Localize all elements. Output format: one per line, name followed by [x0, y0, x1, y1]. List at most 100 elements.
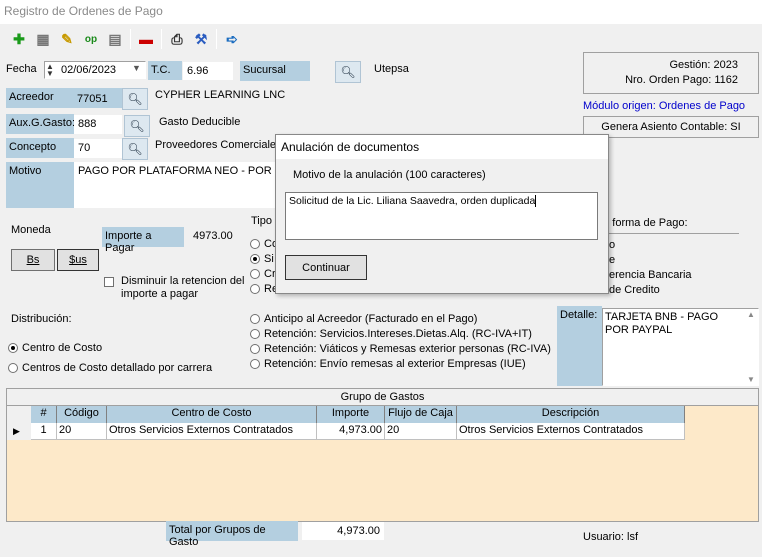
radio-icon[interactable] [250, 359, 260, 370]
acreedor-code[interactable]: 77051 [74, 88, 122, 108]
sucursal-value: Utepsa [374, 63, 409, 75]
detalle-textarea[interactable]: TARJETA BNB - PAGO POR PAYPAL ▲ ▼ [602, 308, 759, 386]
disminuir-checkbox[interactable] [104, 276, 114, 288]
tipo-label: Tipo [251, 215, 272, 227]
forma-pago-option[interactable]: e [609, 253, 692, 268]
search-icon: 🔍︎ [129, 119, 145, 133]
moneda-us-button[interactable]: $us [57, 249, 99, 271]
radio-icon[interactable] [250, 329, 260, 340]
column-header[interactable]: # [31, 406, 57, 423]
retencion-option[interactable]: Retención: Viáticos y Remesas exterior p… [250, 342, 551, 357]
delete-icon[interactable]: ▬ [135, 28, 157, 50]
radio-icon[interactable] [250, 239, 260, 250]
search-icon: 🔍︎ [127, 92, 143, 106]
text-cursor [535, 195, 537, 207]
retencion-option[interactable]: Anticipo al Acreedor (Facturado en el Pa… [250, 312, 551, 327]
table-cell[interactable]: Otros Servicios Externos Contratados [107, 423, 317, 440]
tools-icon[interactable]: ⚒ [190, 28, 212, 50]
tipo-option[interactable]: Re [250, 282, 278, 297]
aux-gasto-label: Aux.G.Gasto: [6, 114, 75, 134]
forma-pago-option[interactable]: o [609, 238, 692, 253]
table-cell[interactable]: Otros Servicios Externos Contratados [457, 423, 685, 440]
radio-icon[interactable] [8, 343, 18, 354]
tc-label: T.C. [148, 61, 182, 80]
table-cell[interactable]: 20 [57, 423, 107, 440]
dialog-prompt: Motivo de la anulación (100 caracteres) [293, 169, 486, 181]
column-header[interactable]: Código [57, 406, 107, 423]
grid-header-row: # Código Centro de Costo Importe Flujo d… [7, 406, 758, 423]
concepto-code[interactable]: 70 [74, 139, 122, 158]
exit-icon[interactable]: ➪ [221, 28, 243, 50]
tipo-options: Co Si Cr Re [250, 237, 278, 297]
radio-icon[interactable] [250, 314, 260, 325]
column-header[interactable]: Flujo de Caja [385, 406, 457, 423]
retencion-option[interactable]: Retención: Envío remesas al exterior Emp… [250, 357, 551, 372]
column-header[interactable]: Importe [317, 406, 385, 423]
moneda-bs-button[interactable]: Bs [11, 249, 55, 271]
checkbox-icon[interactable] [104, 277, 114, 288]
radio-icon[interactable] [250, 254, 260, 265]
row-pointer-icon: ▶ [7, 423, 31, 440]
dialog-title: Anulación de documentos [276, 135, 608, 159]
concepto-name: Proveedores Comerciales [155, 139, 282, 151]
importe-label: Importe a Pagar [102, 227, 184, 254]
forma-pago-option[interactable]: de Credito [609, 283, 692, 298]
acreedor-label: Acreedor [6, 88, 74, 108]
continuar-button[interactable]: Continuar [285, 255, 367, 280]
importe-value[interactable]: 4973.00 [193, 230, 233, 242]
moneda-label: Moneda [11, 224, 51, 236]
retencion-option[interactable]: Retención: Servicios.Intereses.Dietas.Al… [250, 327, 551, 342]
motivo-input[interactable]: PAGO POR PLATAFORMA NEO - POR LA [74, 162, 276, 208]
chevron-down-icon[interactable]: ▼ [129, 63, 144, 77]
distribucion-option[interactable]: Centros de Costo detallado por carrera [8, 358, 212, 378]
radio-icon[interactable] [250, 269, 260, 280]
gestion-text: Gestión: 2023 [669, 59, 739, 71]
anulacion-motivo-value: Solicitud de la Lic. Liliana Saavedra, o… [289, 195, 536, 207]
distribucion-option-label: Centros de Costo detallado por carrera [22, 362, 213, 374]
print-icon[interactable]: ⎙ [166, 28, 188, 50]
radio-icon[interactable] [8, 363, 18, 374]
distribucion-label: Distribución: [11, 313, 72, 325]
total-label: Total por Grupos de Gasto [166, 521, 298, 548]
aux-gasto-code[interactable]: 888 [74, 115, 122, 134]
tipo-option-label: Cr [264, 268, 276, 280]
scroll-up-icon[interactable]: ▲ [745, 310, 757, 319]
edit-icon[interactable]: ✎ [56, 28, 78, 50]
tipo-option[interactable]: Co [250, 237, 278, 252]
radio-icon[interactable] [250, 284, 260, 295]
table-cell[interactable]: 20 [385, 423, 457, 440]
forma-pago-divider [597, 233, 739, 234]
total-value: 4,973.00 [302, 522, 384, 540]
distribucion-option[interactable]: Centro de Costo [8, 338, 212, 358]
scroll-down-icon[interactable]: ▼ [745, 375, 757, 384]
tc-input[interactable]: 6.96 [183, 62, 233, 80]
tipo-option[interactable]: Si [250, 252, 278, 267]
grupo-gastos-title: Grupo de Gastos [7, 389, 758, 406]
window-title: Registro de Ordenes de Pago [0, 0, 762, 24]
copy-icon[interactable]: ▦ [32, 28, 54, 50]
acreedor-search-button[interactable]: 🔍︎ [122, 88, 148, 110]
distribucion-options: Centro de Costo Centros de Costo detalla… [8, 338, 212, 378]
table-cell[interactable]: 4,973.00 [317, 423, 385, 440]
spin-icon[interactable]: ▲ ▼ [46, 63, 58, 78]
toolbar-separator [130, 29, 131, 49]
table-row[interactable]: ▶ 1 20 Otros Servicios Externos Contrata… [7, 423, 758, 440]
sucursal-search-button[interactable]: 🔍︎ [335, 61, 361, 83]
forma-pago-options: o e erencia Bancaria de Credito [609, 238, 692, 298]
fecha-datepicker[interactable]: ▲ ▼ 02/06/2023 ▼ [44, 61, 146, 79]
sucursal-label: Sucursal [240, 61, 310, 81]
usuario-text: Usuario: lsf [583, 531, 639, 543]
tipo-option-label: Si [264, 253, 274, 265]
concepto-search-button[interactable]: 🔍︎ [122, 138, 148, 160]
table-cell[interactable]: 1 [31, 423, 57, 440]
radio-icon[interactable] [250, 344, 260, 355]
aux-gasto-search-button[interactable]: 🔍︎ [124, 115, 150, 137]
tipo-option[interactable]: Cr [250, 267, 278, 282]
approve-icon[interactable]: op [80, 28, 102, 50]
anulacion-motivo-input[interactable]: Solicitud de la Lic. Liliana Saavedra, o… [285, 192, 598, 240]
column-header[interactable]: Descripción [457, 406, 685, 423]
add-icon[interactable]: ✚ [8, 28, 30, 50]
grid-icon[interactable]: ▤ [104, 28, 126, 50]
column-header[interactable]: Centro de Costo [107, 406, 317, 423]
forma-pago-option[interactable]: erencia Bancaria [609, 268, 692, 283]
